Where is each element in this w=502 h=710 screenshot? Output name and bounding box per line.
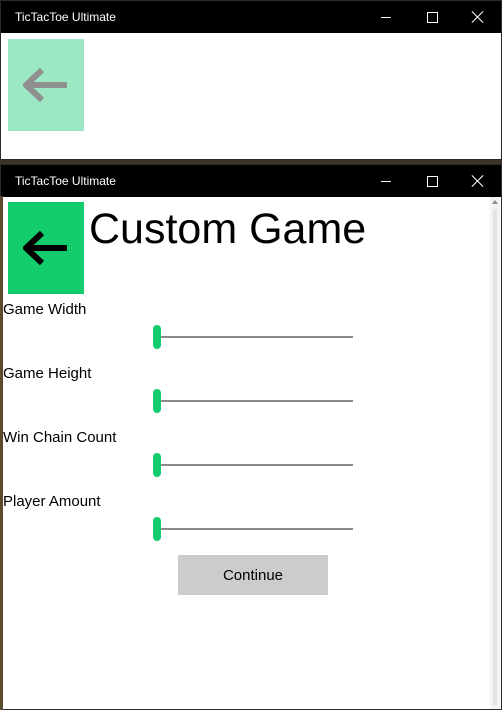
arrow-left-icon [23, 68, 67, 102]
slider-track[interactable] [155, 464, 353, 466]
player-amount-label: Player Amount [3, 493, 101, 510]
maximize-icon [426, 175, 438, 187]
title-bar[interactable]: TicTacToe Ultimate [1, 165, 501, 197]
scroll-up-arrow-icon[interactable] [492, 200, 498, 204]
close-button[interactable] [455, 1, 501, 33]
minimize-button[interactable] [363, 1, 409, 33]
close-icon [472, 11, 484, 23]
page-content: Custom Game Game Width Game Height Win C… [1, 197, 501, 709]
player-amount-slider[interactable] [151, 517, 355, 541]
maximize-button[interactable] [409, 165, 455, 197]
win-chain-count-slider[interactable] [151, 453, 355, 477]
title-bar[interactable]: TicTacToe Ultimate [1, 1, 501, 33]
game-width-slider[interactable] [151, 325, 355, 349]
maximize-button[interactable] [409, 1, 455, 33]
slider-thumb[interactable] [153, 389, 161, 413]
close-icon [472, 175, 484, 187]
minimize-icon [381, 180, 391, 182]
slider-thumb[interactable] [153, 453, 161, 477]
slider-thumb[interactable] [153, 517, 161, 541]
close-button[interactable] [455, 165, 501, 197]
game-height-label: Game Height [3, 365, 92, 382]
slider-track[interactable] [155, 400, 353, 402]
page-title: Custom Game [89, 205, 367, 253]
maximize-icon [426, 11, 438, 23]
win-chain-count-label: Win Chain Count [3, 429, 117, 446]
scrollbar-thumb[interactable] [493, 209, 497, 705]
slider-track[interactable] [155, 336, 353, 338]
slider-track[interactable] [155, 528, 353, 530]
game-height-slider[interactable] [151, 389, 355, 413]
main-window: TicTacToe Ultimate Custom Game Game Widt… [0, 164, 502, 710]
background-sliver [0, 196, 3, 710]
slider-thumb[interactable] [153, 325, 161, 349]
continue-button[interactable]: Continue [178, 555, 328, 595]
arrow-left-icon [23, 231, 67, 265]
game-width-label: Game Width [3, 301, 87, 318]
vertical-scrollbar[interactable] [490, 197, 500, 709]
back-button[interactable] [8, 39, 84, 131]
minimize-icon [381, 16, 391, 18]
back-button[interactable] [8, 202, 84, 294]
window-title: TicTacToe Ultimate [15, 10, 116, 24]
background-window: TicTacToe Ultimate [0, 0, 502, 160]
window-title: TicTacToe Ultimate [15, 174, 116, 188]
minimize-button[interactable] [363, 165, 409, 197]
